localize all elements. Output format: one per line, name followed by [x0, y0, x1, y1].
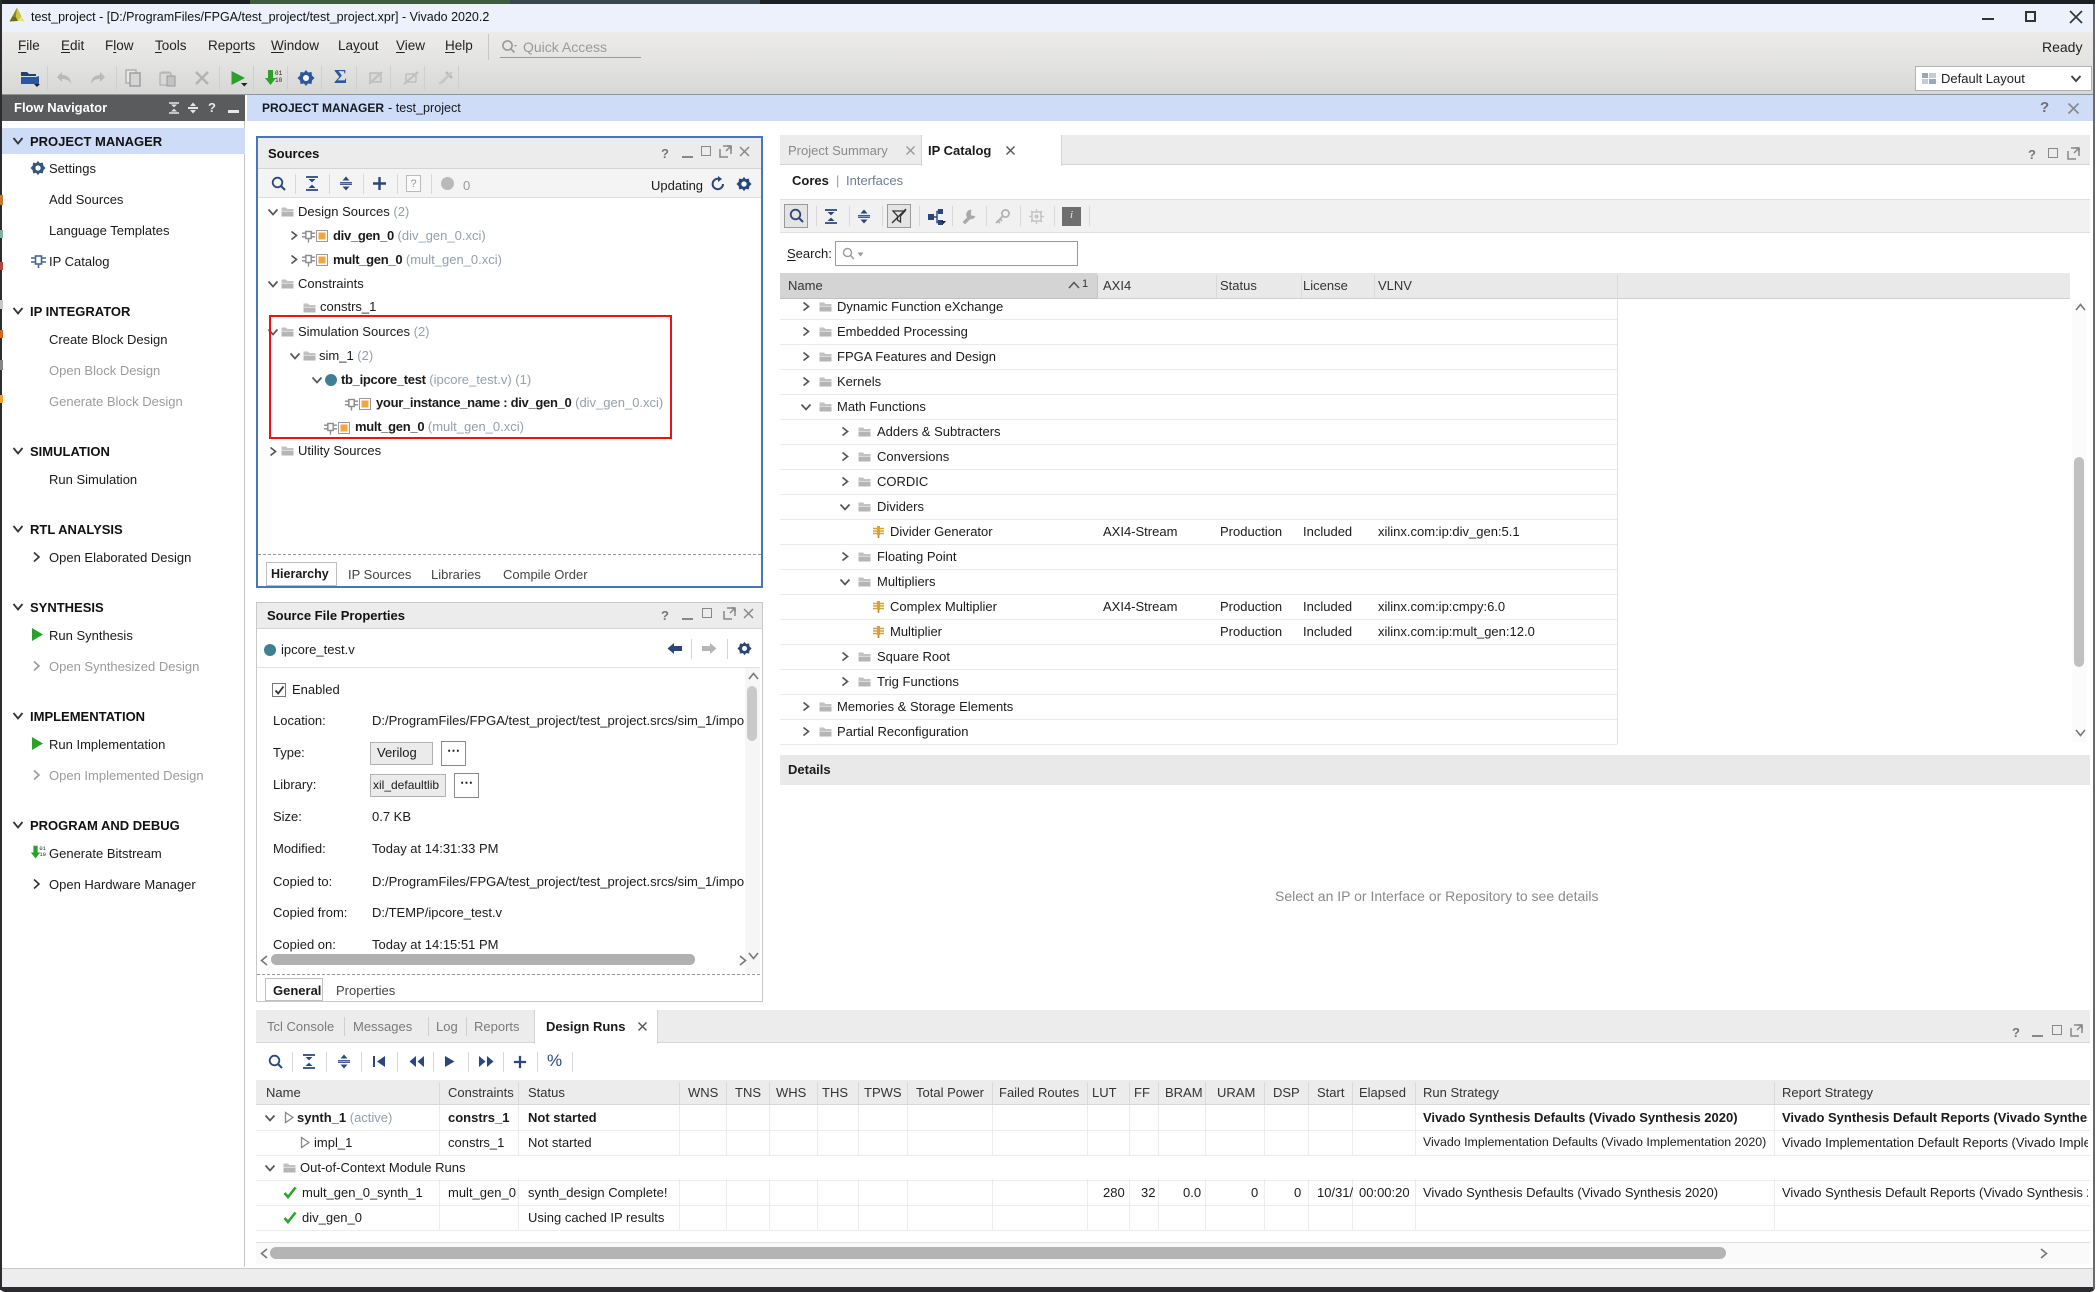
svg-text:10: 10	[39, 851, 46, 858]
svg-text:10: 10	[275, 77, 283, 84]
svg-text:01: 01	[275, 70, 283, 77]
